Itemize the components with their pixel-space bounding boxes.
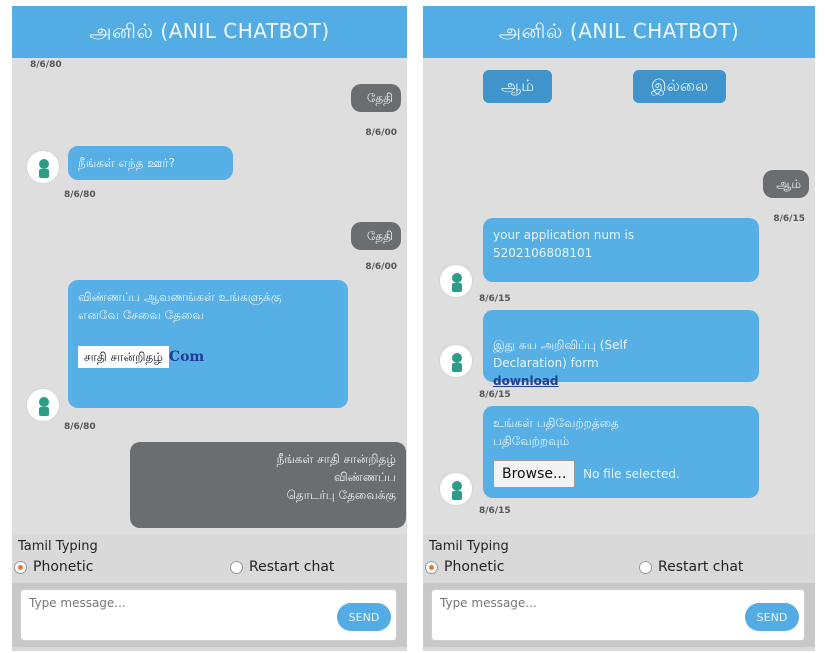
- radio-restart-chat[interactable]: Restart chat: [639, 559, 743, 575]
- bot-avatar: [439, 472, 473, 506]
- chat-history[interactable]: 8/6/80 தேதி 8/6/00 நீங்கள் எந்த ஊர்? 8/6…: [12, 58, 407, 535]
- radio-phonetic[interactable]: Phonetic: [14, 559, 93, 575]
- no-file-text: No file selected.: [583, 467, 680, 481]
- radio-restart-chat[interactable]: Restart chat: [230, 559, 334, 575]
- send-button[interactable]: SEND: [337, 603, 391, 631]
- send-button[interactable]: SEND: [745, 603, 799, 631]
- timestamp: 8/6/15: [773, 214, 805, 224]
- message-text: நீங்கள் எந்த ஊர்?: [78, 156, 175, 170]
- input-placeholder: Type message...: [29, 596, 126, 610]
- timestamp: 8/6/15: [479, 390, 511, 400]
- send-label: SEND: [348, 610, 380, 624]
- quick-reply-pill[interactable]: இல்லை: [633, 70, 727, 103]
- chat-title: அனில் (ANIL CHATBOT): [498, 18, 740, 43]
- chat-header: அனில் (ANIL CHATBOT): [12, 6, 407, 58]
- message-text: ஆம்: [776, 177, 801, 191]
- input-area: Tamil Typing Phonetic Restart chat Type …: [12, 535, 407, 651]
- radio-label: Phonetic: [33, 559, 94, 575]
- message-text: தேதி: [366, 91, 393, 105]
- chat-panel-left: அனில் (ANIL CHATBOT) 8/6/80 தேதி 8/6/00 …: [12, 6, 407, 651]
- message-text: your application num is 5202106808101: [493, 228, 635, 260]
- bot-message: விண்ணப்ப ஆவணங்கள் உங்களுக்கு எனவே சேவை த…: [68, 280, 348, 408]
- typing-options: Phonetic Restart chat: [423, 559, 815, 579]
- user-message: நீங்கள் சாதி சான்றிதழ் விண்ணப்ப தொடர்பு …: [130, 442, 406, 528]
- certificate-box: சாதி சான்றிதழ்: [78, 346, 169, 368]
- radio-phonetic[interactable]: Phonetic: [425, 559, 504, 575]
- chat-history[interactable]: ஆம் இல்லை ஆம் 8/6/15 your application nu…: [423, 58, 815, 535]
- radio-dot[interactable]: [639, 560, 652, 574]
- timestamp: 8/6/80: [30, 60, 62, 70]
- timestamp: 8/6/15: [479, 506, 511, 516]
- bot-message: உங்கள் பதிவேற்றத்தை பதிவேற்றவும் Browse.…: [483, 406, 759, 498]
- bot-avatar: [439, 264, 473, 298]
- radio-dot[interactable]: [425, 560, 438, 574]
- download-link[interactable]: download: [493, 374, 559, 388]
- message-text: இது சுய அறிவிப்பு (Self Declaration) for…: [493, 338, 628, 370]
- bot-avatar: [26, 388, 60, 422]
- typing-options: Phonetic Restart chat: [12, 559, 407, 579]
- certificate-suffix: Com: [168, 349, 205, 365]
- message-input-wrap: Type message... SEND: [12, 583, 407, 647]
- message-text: நீங்கள் சாதி சான்றிதழ் விண்ணப்ப தொடர்பு …: [276, 452, 396, 502]
- message-text: விண்ணப்ப ஆவணங்கள் உங்களுக்கு எனவே சேவை த…: [78, 290, 282, 322]
- bot-message: நீங்கள் எந்த ஊர்?: [68, 146, 233, 180]
- input-area: Tamil Typing Phonetic Restart chat Type …: [423, 535, 815, 651]
- radio-dot[interactable]: [14, 560, 27, 574]
- chat-title: அனில் (ANIL CHATBOT): [89, 18, 330, 43]
- radio-dot[interactable]: [230, 560, 243, 574]
- browse-button[interactable]: Browse...: [493, 460, 576, 488]
- bot-avatar: [26, 150, 60, 184]
- chat-panel-right: அனில் (ANIL CHATBOT) ஆம் இல்லை ஆம் 8/6/1…: [423, 6, 815, 651]
- radio-label: Restart chat: [249, 559, 335, 575]
- message-text: உங்கள் பதிவேற்றத்தை பதிவேற்றவும்: [493, 416, 619, 448]
- input-placeholder: Type message...: [440, 596, 537, 610]
- send-label: SEND: [756, 610, 788, 624]
- chat-header: அனில் (ANIL CHATBOT): [423, 6, 815, 58]
- message-input-wrap: Type message... SEND: [423, 583, 815, 647]
- quick-reply-pill[interactable]: ஆம்: [483, 70, 553, 103]
- message-text: தேதி: [366, 229, 393, 243]
- timestamp: 8/6/00: [365, 262, 397, 272]
- bot-message: இது சுய அறிவிப்பு (Self Declaration) for…: [483, 310, 759, 388]
- user-message: தேதி: [351, 84, 401, 112]
- radio-label: Restart chat: [658, 559, 744, 575]
- timestamp: 8/6/80: [64, 422, 96, 432]
- bot-avatar: [439, 344, 473, 378]
- user-message: தேதி: [351, 222, 401, 250]
- timestamp: 8/6/00: [365, 128, 397, 138]
- radio-label: Phonetic: [444, 559, 505, 575]
- bot-message: your application num is 5202106808101: [483, 218, 759, 282]
- tamil-typing-label: Tamil Typing: [429, 539, 509, 554]
- timestamp: 8/6/80: [64, 190, 96, 200]
- user-message: ஆம்: [763, 170, 809, 198]
- timestamp: 8/6/15: [479, 294, 511, 304]
- tamil-typing-label: Tamil Typing: [18, 539, 98, 554]
